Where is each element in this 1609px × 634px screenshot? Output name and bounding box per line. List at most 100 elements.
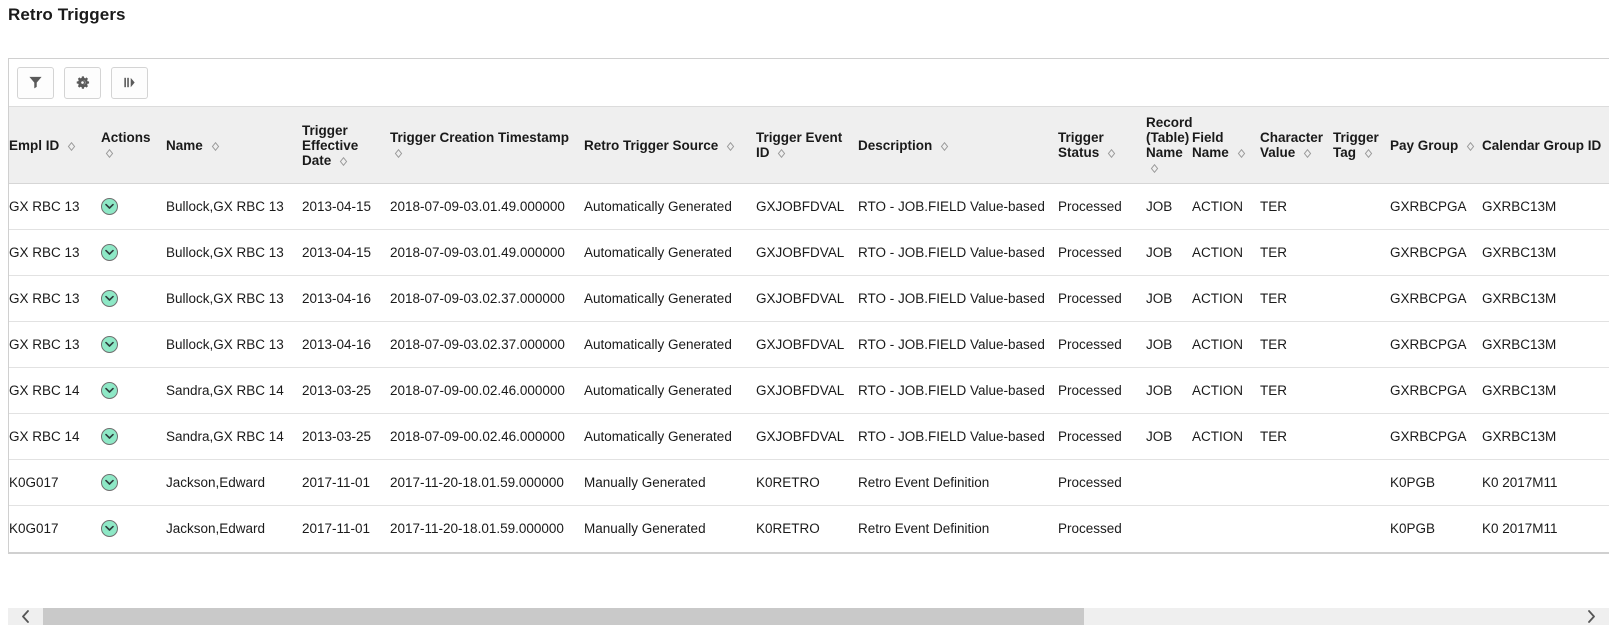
cell-field-name: ACTION [1192, 321, 1260, 368]
cell-trigger-tag [1333, 506, 1390, 552]
sort-diamond-icon[interactable] [940, 141, 949, 151]
column-header-trigger-creation-timestamp[interactable]: Trigger Creation Timestamp [390, 107, 584, 184]
cell-trigger-status: Processed [1058, 229, 1146, 276]
column-header-trigger-tag[interactable]: Trigger Tag [1333, 107, 1390, 184]
sort-diamond-icon[interactable] [67, 141, 76, 151]
cell-trigger-event-id: GXJOBFDVAL [756, 275, 858, 322]
cell-description: RTO - JOB.FIELD Value-based [858, 413, 1058, 460]
column-header-trigger-status[interactable]: Trigger Status [1058, 107, 1146, 184]
column-header-label: Trigger Effective Date [302, 122, 359, 168]
column-header-name[interactable]: Name [166, 107, 302, 184]
scroll-left-button[interactable] [8, 608, 43, 625]
column-header-record-table-name[interactable]: Record (Table) Name [1146, 107, 1193, 184]
page-title: Retro Triggers [8, 5, 126, 24]
sort-diamond-icon[interactable] [339, 156, 348, 166]
sort-diamond-icon[interactable] [1150, 164, 1159, 173]
cell-retro-trigger-source: Automatically Generated [584, 229, 756, 276]
related-actions-button[interactable] [101, 428, 118, 445]
column-header-label: Actions [101, 130, 151, 145]
cell-character-value: TER [1260, 413, 1333, 460]
cell-empl-id: GX RBC 14 [9, 367, 101, 414]
cell-character-value: TER [1260, 275, 1333, 322]
related-actions-button[interactable] [101, 336, 118, 353]
cell-actions[interactable] [101, 413, 166, 460]
sort-diamond-icon[interactable] [726, 141, 735, 151]
cell-name: Bullock,GX RBC 13 [166, 183, 302, 230]
cell-name: Bullock,GX RBC 13 [166, 321, 302, 368]
column-header-calendar-group-id[interactable]: Calendar Group ID [1482, 107, 1609, 184]
column-header-retro-trigger-source[interactable]: Retro Trigger Source [584, 107, 756, 184]
cell-description: RTO - JOB.FIELD Value-based [858, 321, 1058, 368]
cell-trigger-event-id: GXJOBFDVAL [756, 229, 858, 276]
column-header-actions[interactable]: Actions [101, 107, 166, 184]
column-header-description[interactable]: Description [858, 107, 1058, 184]
cell-field-name: ACTION [1192, 413, 1260, 460]
column-header-label: Field Name [1192, 130, 1229, 160]
cell-actions[interactable] [101, 459, 166, 506]
cell-retro-trigger-source: Automatically Generated [584, 413, 756, 460]
filter-button[interactable] [17, 66, 54, 99]
related-actions-button[interactable] [101, 382, 118, 399]
sort-diamond-icon[interactable] [777, 149, 786, 158]
related-actions-button[interactable] [101, 244, 118, 261]
cell-actions[interactable] [101, 229, 166, 276]
cell-trigger-event-id: K0RETRO [756, 521, 820, 537]
related-actions-button[interactable] [101, 520, 118, 538]
column-header-pay-group[interactable]: Pay Group [1390, 107, 1482, 184]
chevron-right-icon [1587, 610, 1596, 623]
cell-description: RTO - JOB.FIELD Value-based [858, 229, 1058, 276]
grid-scroll-viewport[interactable]: Empl ID Actions Name Trigger Effective D… [9, 107, 1609, 552]
cell-name: Sandra,GX RBC 14 [166, 413, 302, 460]
sort-diamond-icon[interactable] [1107, 149, 1116, 158]
sort-diamond-icon[interactable] [1466, 141, 1475, 151]
cell-field-name [1192, 459, 1260, 506]
column-header-empl-id[interactable]: Empl ID [9, 107, 101, 184]
cell-empl-id: GX RBC 14 [9, 413, 101, 460]
cell-field-name: ACTION [1192, 229, 1260, 276]
column-header-trigger-effective-date[interactable]: Trigger Effective Date [302, 107, 390, 184]
sort-diamond-icon[interactable] [1303, 149, 1312, 158]
cell-trigger-status: Processed [1058, 521, 1122, 537]
horizontal-scrollbar[interactable] [8, 608, 1609, 625]
scrollbar-thumb[interactable] [43, 608, 1085, 625]
personalize-button[interactable] [64, 66, 101, 99]
cell-trigger-tag [1333, 413, 1390, 460]
chevron-down-circle-icon [105, 295, 114, 302]
cell-pay-group: GXRBCPGA [1390, 275, 1482, 322]
related-actions-button[interactable] [101, 198, 118, 215]
cell-trigger-tag [1333, 183, 1390, 230]
cell-trigger-creation-timestamp: 2018-07-09-00.02.46.000000 [390, 367, 584, 414]
sort-diamond-icon[interactable] [211, 141, 220, 151]
cell-name: Jackson,Edward [166, 459, 302, 506]
scrollbar-track[interactable] [43, 608, 1574, 625]
chevron-down-circle-icon [105, 525, 114, 532]
sort-diamond-icon[interactable] [1237, 149, 1246, 158]
cell-actions[interactable] [101, 275, 166, 322]
scroll-right-button[interactable] [1574, 608, 1609, 625]
chevron-down-circle-icon [105, 479, 114, 486]
cell-trigger-event-id: GXJOBFDVAL [756, 413, 858, 460]
cell-name: Bullock,GX RBC 13 [166, 229, 302, 276]
cell-trigger-effective-date: 2017-11-01 [302, 521, 371, 537]
cell-actions[interactable] [101, 183, 166, 230]
table-row: GX RBC 13 Bullock,GX RBC 13 2013-04-15 2018… [9, 183, 1609, 230]
column-header-trigger-event-id[interactable]: Trigger Event ID [756, 107, 858, 184]
sort-diamond-icon[interactable] [105, 149, 114, 158]
cell-retro-trigger-source: Automatically Generated [584, 367, 756, 414]
sort-diamond-icon[interactable] [394, 149, 403, 158]
related-actions-button[interactable] [101, 290, 118, 307]
cell-trigger-effective-date: 2013-04-15 [302, 229, 390, 276]
cell-trigger-effective-date: 2013-04-16 [302, 321, 390, 368]
related-actions-button[interactable] [101, 474, 118, 491]
cell-retro-trigger-source: Automatically Generated [584, 275, 756, 322]
show-next-columns-button[interactable] [111, 66, 148, 99]
column-header-label: Empl ID [9, 137, 60, 153]
cell-actions[interactable] [101, 367, 166, 414]
cell-pay-group: GXRBCPGA [1390, 367, 1482, 414]
column-header-character-value[interactable]: Character Value [1260, 107, 1333, 184]
sort-diamond-icon[interactable] [1364, 149, 1373, 158]
cell-actions[interactable] [101, 321, 166, 368]
column-header-field-name[interactable]: Field Name [1192, 107, 1260, 184]
cell-empl-id: K0G017 [9, 521, 59, 537]
cell-actions[interactable] [101, 506, 166, 552]
